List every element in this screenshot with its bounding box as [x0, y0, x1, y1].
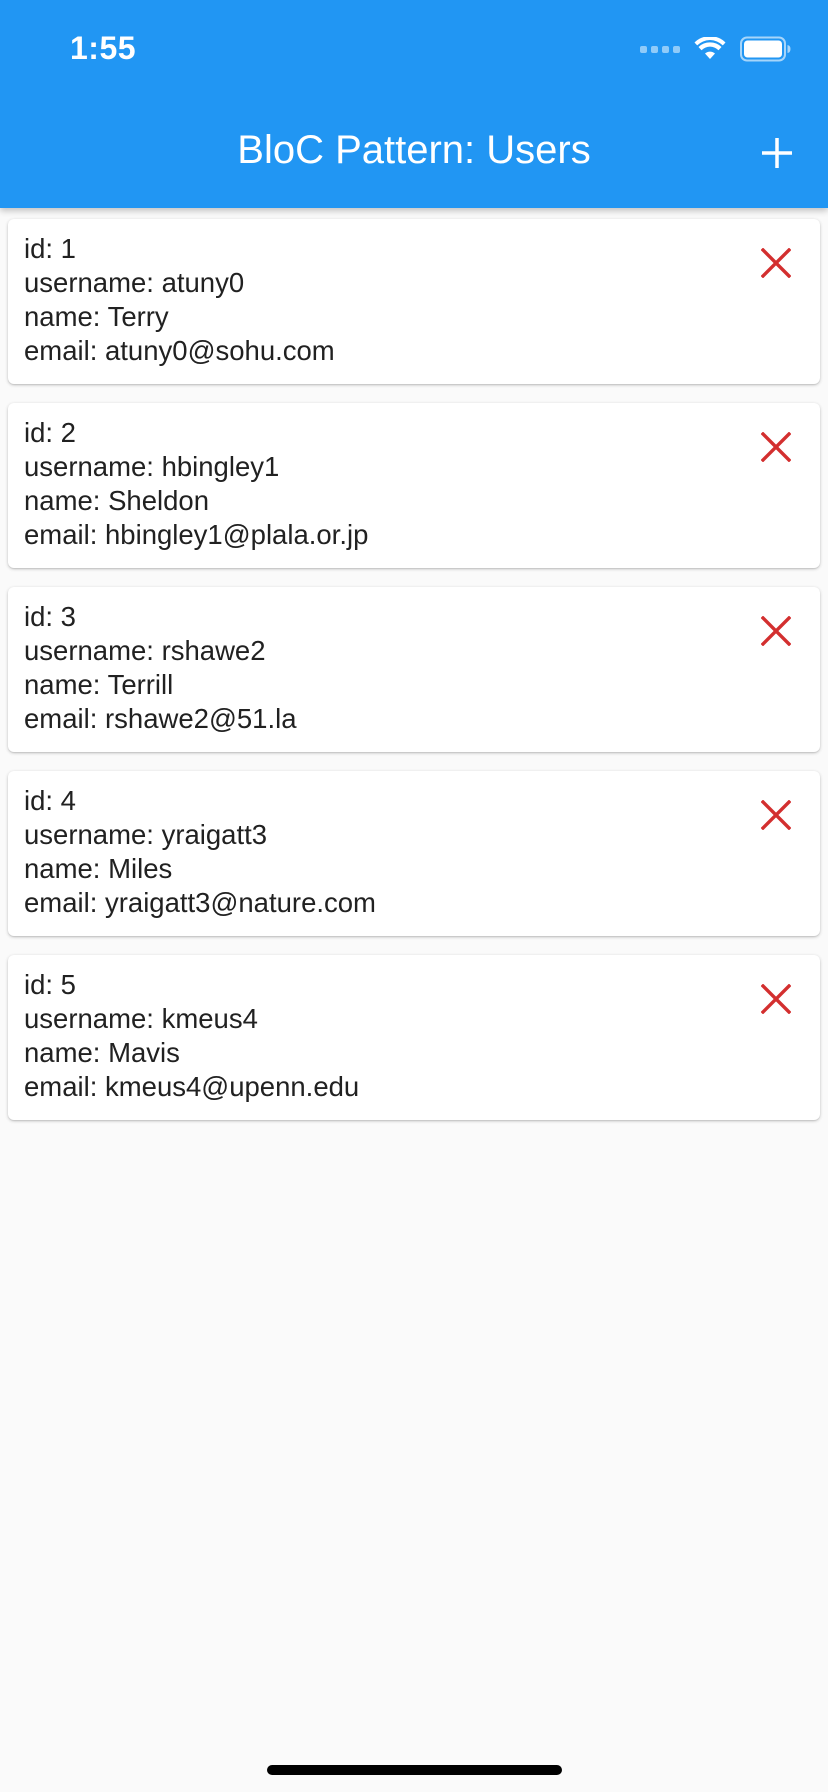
user-name: name: Terrill	[24, 669, 174, 700]
wifi-icon	[694, 37, 726, 59]
status-icons	[640, 36, 792, 62]
cellular-signal-icon	[640, 45, 680, 53]
plus-icon	[762, 138, 792, 168]
user-id: id: 5	[24, 969, 76, 1000]
delete-user-button[interactable]	[746, 785, 806, 845]
user-name: name: Miles	[24, 853, 173, 884]
user-email: email: yraigatt3@nature.com	[24, 887, 376, 918]
user-name: name: Terry	[24, 301, 169, 332]
close-icon	[761, 248, 791, 278]
user-email: email: hbingley1@plala.or.jp	[24, 519, 369, 550]
user-email: email: atuny0@sohu.com	[24, 335, 335, 366]
status-time: 1:55	[70, 30, 137, 66]
battery-icon	[740, 36, 791, 62]
user-card: id: 4 username: yraigatt3 name: Miles em…	[8, 771, 820, 936]
user-username: username: hbingley1	[24, 451, 280, 482]
delete-user-button[interactable]	[746, 601, 806, 661]
user-email: email: rshawe2@51.la	[24, 703, 297, 734]
user-name: name: Sheldon	[24, 485, 209, 516]
home-indicator[interactable]	[267, 1765, 562, 1775]
user-username: username: kmeus4	[24, 1003, 258, 1034]
user-card: id: 3 username: rshawe2 name: Terrill em…	[8, 587, 820, 752]
user-card: id: 1 username: atuny0 name: Terry email…	[8, 219, 820, 384]
close-icon	[761, 432, 791, 462]
user-list: id: 1 username: atuny0 name: Terry email…	[8, 219, 820, 1139]
add-user-button[interactable]	[748, 124, 806, 182]
user-email: email: kmeus4@upenn.edu	[24, 1071, 360, 1102]
user-id: id: 2	[24, 417, 76, 448]
close-icon	[761, 800, 791, 830]
user-id: id: 3	[24, 601, 76, 632]
user-id: id: 4	[24, 785, 76, 816]
user-username: username: rshawe2	[24, 635, 266, 666]
user-name: name: Mavis	[24, 1037, 180, 1068]
user-username: username: atuny0	[24, 267, 245, 298]
user-username: username: yraigatt3	[24, 819, 268, 850]
app-bar: 1:55 BloC Pattern: Users	[0, 0, 828, 208]
page-title: BloC Pattern: Users	[237, 128, 591, 172]
user-card: id: 2 username: hbingley1 name: Sheldon …	[8, 403, 820, 568]
delete-user-button[interactable]	[746, 417, 806, 477]
user-id: id: 1	[24, 233, 76, 264]
user-card: id: 5 username: kmeus4 name: Mavis email…	[8, 955, 820, 1120]
delete-user-button[interactable]	[746, 969, 806, 1029]
delete-user-button[interactable]	[746, 233, 806, 293]
close-icon	[761, 616, 791, 646]
close-icon	[761, 984, 791, 1014]
